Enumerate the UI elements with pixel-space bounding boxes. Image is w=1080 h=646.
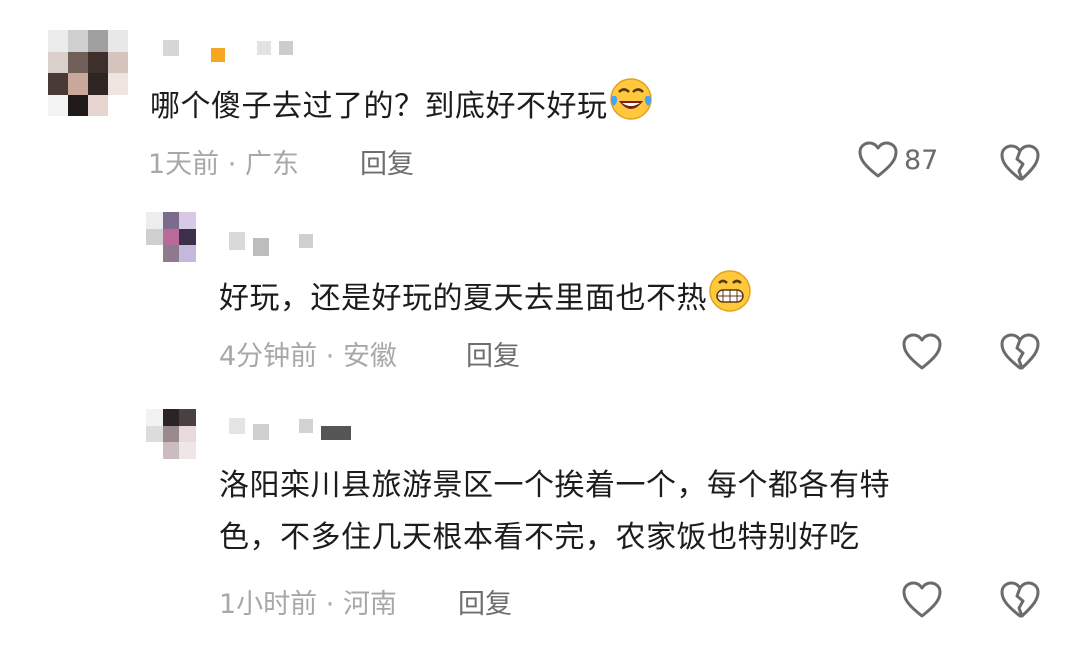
like-count: 87 — [904, 144, 939, 176]
comment-time: 1小时前 — [219, 589, 318, 620]
meta-separator: · — [317, 341, 343, 372]
broken-heart-icon — [1000, 144, 1040, 181]
avatar[interactable] — [48, 30, 128, 116]
comment-body: 好玩，还是好玩的夏天去里面也不热 — [219, 281, 707, 316]
heart-outline-icon — [902, 581, 942, 618]
user-name[interactable] — [229, 226, 313, 256]
reply-button[interactable]: 回复 — [360, 142, 414, 181]
meta-separator: · — [219, 149, 245, 180]
grinning-face-icon — [709, 270, 751, 312]
comment-time: 4分钟前 — [219, 341, 318, 372]
comment-location: 安徽 — [342, 341, 397, 372]
dislike-button[interactable] — [1000, 333, 1040, 375]
reply-button[interactable]: 回复 — [458, 582, 512, 621]
like-button[interactable]: 87 — [858, 141, 938, 179]
comment-text: 哪个傻子去过了的？到底好不好玩 — [150, 76, 654, 133]
avatar[interactable] — [146, 212, 196, 262]
user-name[interactable] — [229, 412, 351, 440]
heart-outline-icon — [858, 141, 898, 178]
comment-text: 好玩，还是好玩的夏天去里面也不热 — [219, 268, 753, 325]
broken-heart-icon — [1000, 333, 1040, 370]
like-button[interactable] — [902, 333, 942, 371]
comment-time: 1天前 — [148, 149, 220, 180]
reply-button[interactable]: 回复 — [466, 334, 520, 373]
broken-heart-icon — [1000, 581, 1040, 618]
heart-outline-icon — [902, 333, 942, 370]
avatar[interactable] — [146, 409, 196, 459]
comment-meta: 1小时前 · 河南 — [219, 582, 397, 621]
dislike-button[interactable] — [1000, 144, 1040, 186]
comment-body: 哪个傻子去过了的？到底好不好玩 — [150, 89, 608, 124]
meta-separator: · — [317, 589, 343, 620]
comment-meta: 1天前 · 广东 — [148, 142, 299, 181]
comment-location: 河南 — [342, 589, 397, 620]
dislike-button[interactable] — [1000, 581, 1040, 623]
comment-body-line: 色，不多住几天根本看不完，农家饭也特别好吃 — [219, 520, 860, 555]
comment-meta: 4分钟前 · 安徽 — [219, 334, 397, 373]
face-with-tears-of-joy-icon — [609, 78, 652, 120]
comment-location: 广东 — [244, 149, 299, 180]
user-name[interactable] — [163, 34, 293, 62]
like-button[interactable] — [902, 581, 942, 619]
comment-body-line: 洛阳栾川县旅游景区一个挨着一个，每个都各有特 — [219, 468, 890, 503]
comment-text: 洛阳栾川县旅游景区一个挨着一个，每个都各有特 色，不多住几天根本看不完，农家饭也… — [219, 460, 890, 564]
